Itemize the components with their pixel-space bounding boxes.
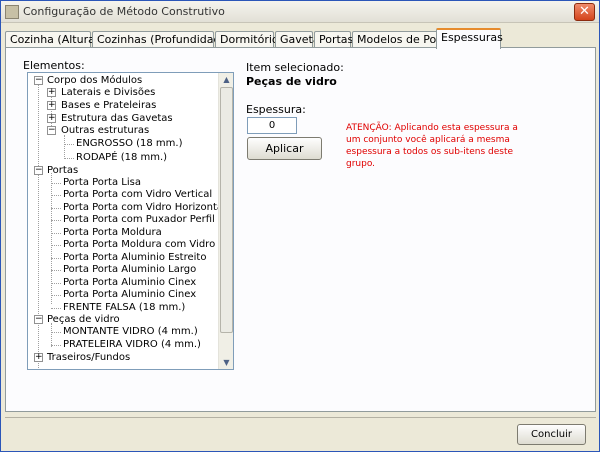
tree-leaf-montante-vidro[interactable]: MONTANTE VIDRO (4 mm.): [63, 325, 198, 338]
tree-connector: [64, 158, 74, 159]
tree-node-laterais[interactable]: Laterais e Divisões: [61, 86, 155, 99]
selected-item-label: Item selecionado:: [246, 61, 344, 74]
warning-text: ATENÇÃO: Aplicando esta espessura a um c…: [346, 123, 518, 169]
thickness-input[interactable]: 0: [247, 117, 297, 134]
scroll-up-arrow-icon[interactable]: ▲: [219, 73, 233, 86]
tree-node-bases[interactable]: Bases e Prateleiras: [61, 99, 156, 112]
tree-leaf-engrosso[interactable]: ENGROSSO (18 mm.): [76, 137, 182, 150]
scroll-down-arrow-icon[interactable]: ▼: [219, 356, 233, 369]
expand-icon[interactable]: +: [47, 101, 56, 110]
tree-connector: [51, 270, 61, 271]
apply-button[interactable]: Aplicar: [247, 137, 322, 160]
window: Configuração de Método Construtivo ✕ Coz…: [0, 0, 600, 452]
elements-label: Elementos:: [23, 59, 85, 72]
tree-connector: [51, 308, 61, 309]
tab-strip: Cozinha (Alturas) Cozinhas (Profundidade…: [5, 28, 597, 49]
tree-content: − Corpo dos Módulos + Laterais e Divisõe…: [28, 74, 219, 369]
collapse-icon[interactable]: −: [34, 315, 43, 324]
done-button[interactable]: Concluir: [517, 424, 586, 445]
tree-leaf-porta[interactable]: Porta Porta Aluminio Largo: [63, 263, 196, 276]
tree-leaf-porta[interactable]: Porta Porta com Puxador Perfil: [63, 213, 215, 226]
tree-connector: [51, 183, 61, 184]
expand-icon[interactable]: +: [34, 353, 43, 362]
collapse-icon[interactable]: −: [47, 126, 56, 135]
tree-leaf-prateleira-vidro[interactable]: PRATELEIRA VIDRO (4 mm.): [63, 338, 201, 351]
title-bar: Configuração de Método Construtivo ✕: [1, 1, 599, 23]
tree-connector: [38, 80, 39, 368]
tree-connector: [51, 258, 61, 259]
tree-connector: [51, 233, 61, 234]
tree-leaf-rodape[interactable]: RODAPÉ (18 mm.): [76, 151, 167, 164]
footer-bar: [5, 417, 596, 449]
tree-connector: [64, 144, 74, 145]
window-title: Configuração de Método Construtivo: [23, 5, 225, 18]
tree-connector: [51, 332, 61, 333]
tree-connector: [51, 208, 61, 209]
tree-connector: [51, 295, 61, 296]
tree-connector: [51, 345, 61, 346]
elements-tree[interactable]: − Corpo dos Módulos + Laterais e Divisõe…: [27, 72, 234, 370]
tree-connector: [51, 323, 52, 347]
tree-scrollbar[interactable]: ▲ ▼: [218, 73, 233, 369]
tree-leaf-porta[interactable]: Porta Porta com Vidro Vertical: [63, 188, 212, 201]
collapse-icon[interactable]: −: [34, 166, 43, 175]
tree-leaf-porta[interactable]: Porta Porta Moldura com Vidro: [63, 238, 215, 251]
close-button[interactable]: ✕: [574, 3, 595, 21]
tree-node-outras-estruturas[interactable]: Outras estruturas: [61, 124, 149, 137]
tree-connector: [51, 245, 61, 246]
tree-connector: [51, 220, 61, 221]
app-icon: [5, 5, 19, 19]
tree-connector: [51, 173, 52, 304]
tree-connector: [51, 195, 61, 196]
thickness-label: Espessura:: [246, 103, 306, 116]
selected-item-value: Peças de vidro: [246, 75, 337, 88]
tree-node-traseiros-fundos[interactable]: Traseiros/Fundos: [47, 351, 130, 364]
collapse-icon[interactable]: −: [34, 76, 43, 85]
scroll-thumb[interactable]: [220, 87, 233, 333]
tab-espessuras[interactable]: Espessuras: [436, 28, 503, 49]
tree-connector: [64, 135, 65, 159]
tree-leaf-porta[interactable]: Porta Porta Aluminio Cinex: [63, 288, 196, 301]
expand-icon[interactable]: +: [47, 114, 56, 123]
tree-connector: [51, 283, 61, 284]
expand-icon[interactable]: +: [47, 88, 56, 97]
